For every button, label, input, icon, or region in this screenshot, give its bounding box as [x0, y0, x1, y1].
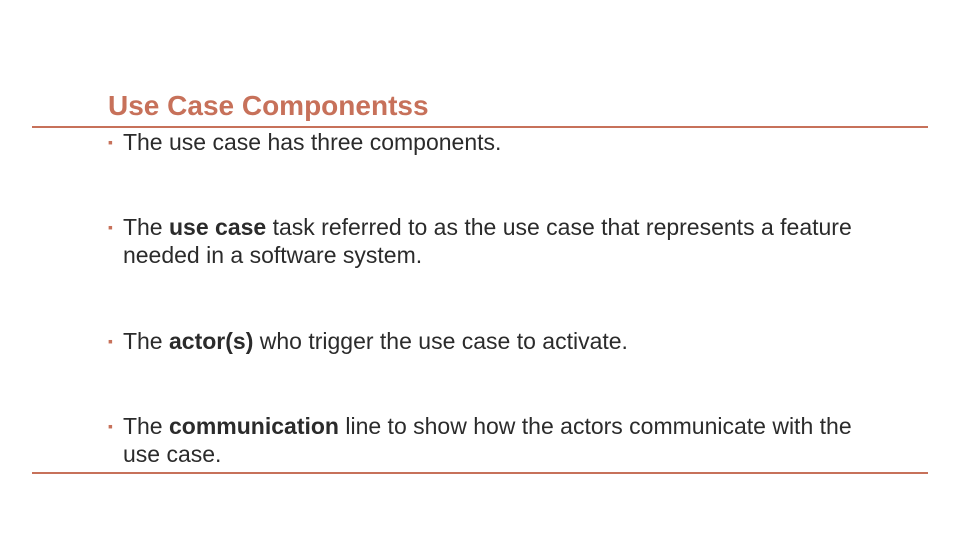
bullet-icon: ▪ [108, 412, 113, 440]
slide-body: ▪ The use case has three components. ▪ T… [108, 128, 860, 468]
bullet-icon: ▪ [108, 327, 113, 355]
text-bold: use case [169, 214, 266, 240]
text-post: who trigger the use case to activate. [253, 328, 628, 354]
text-pre: The use case has three components. [123, 129, 501, 155]
list-item: ▪ The actor(s) who trigger the use case … [108, 327, 860, 355]
text-pre: The [123, 413, 169, 439]
text-bold: communication [169, 413, 339, 439]
list-item: ▪ The communication line to show how the… [108, 412, 860, 468]
divider-bottom [32, 472, 928, 474]
text-bold: actor(s) [169, 328, 253, 354]
list-item: ▪ The use case task referred to as the u… [108, 213, 860, 269]
slide: Use Case Componentss ▪ The use case has … [0, 0, 960, 540]
list-item-text: The communication line to show how the a… [123, 412, 860, 468]
text-pre: The [123, 214, 169, 240]
bullet-icon: ▪ [108, 213, 113, 241]
list-item-text: The use case task referred to as the use… [123, 213, 860, 269]
list-item-text: The use case has three components. [123, 128, 860, 156]
list-item: ▪ The use case has three components. [108, 128, 860, 156]
bullet-icon: ▪ [108, 128, 113, 156]
slide-title: Use Case Componentss [108, 90, 860, 122]
text-pre: The [123, 328, 169, 354]
list-item-text: The actor(s) who trigger the use case to… [123, 327, 860, 355]
